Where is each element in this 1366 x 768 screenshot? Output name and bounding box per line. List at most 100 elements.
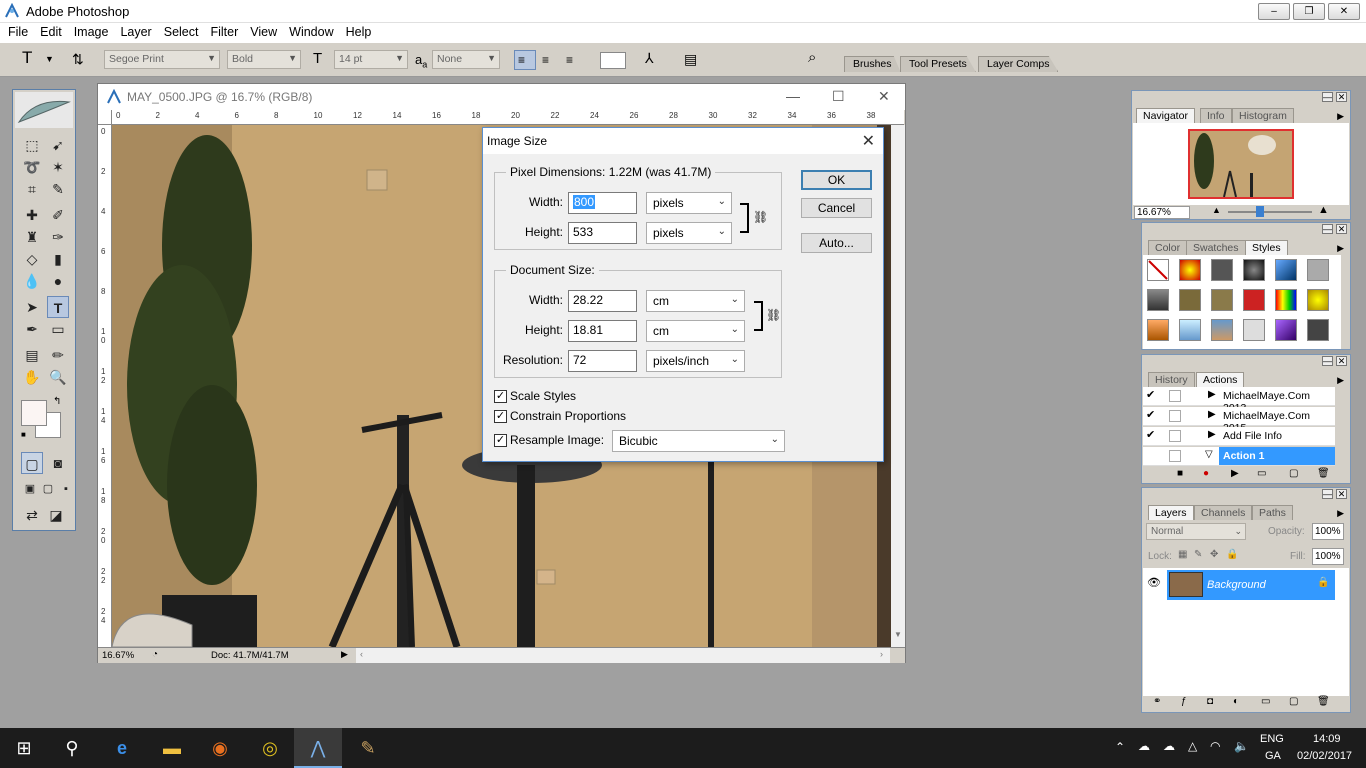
blur-tool-icon[interactable]: 💧 xyxy=(21,270,43,292)
doc-close-button[interactable]: ✕ xyxy=(878,88,890,105)
language-top[interactable]: ENG xyxy=(1260,733,1284,745)
menu-select[interactable]: Select xyxy=(158,23,205,43)
menu-view[interactable]: View xyxy=(244,23,283,43)
scroll-right-icon[interactable]: › xyxy=(880,649,883,659)
text-color-swatch[interactable] xyxy=(600,52,626,69)
palette-close-icon[interactable]: ✕ xyxy=(1336,92,1347,102)
tab-info[interactable]: Info xyxy=(1200,108,1232,123)
move-tool-icon[interactable]: ➹ xyxy=(47,134,69,156)
style-swatch[interactable] xyxy=(1275,259,1297,281)
lock-transparency-icon[interactable]: ▦ xyxy=(1178,549,1187,560)
zoom-level[interactable]: 16.67% xyxy=(102,650,134,661)
tab-history[interactable]: History xyxy=(1148,372,1195,387)
windows-start-icon[interactable]: ⊞ xyxy=(0,728,48,768)
history-brush-icon[interactable]: ✑ xyxy=(47,226,69,248)
style-swatch[interactable] xyxy=(1275,289,1297,311)
lock-image-icon[interactable]: ✎ xyxy=(1194,549,1202,560)
doc-minimize-button[interactable]: — xyxy=(786,88,800,104)
edge-browser-icon[interactable]: e xyxy=(98,728,146,768)
google-drive-icon[interactable]: △ xyxy=(1188,739,1197,753)
chevron-down-icon[interactable]: ▼ xyxy=(45,54,54,64)
expand-arrow-icon[interactable]: ▶ xyxy=(1208,389,1216,400)
tab-navigator[interactable]: Navigator xyxy=(1136,108,1195,123)
pen-tool-icon[interactable]: ✒ xyxy=(21,318,43,340)
pixel-width-unit-select[interactable]: pixels ⌄ xyxy=(646,192,732,214)
style-swatch[interactable] xyxy=(1179,289,1201,311)
pixel-height-unit-select[interactable]: pixels ⌄ xyxy=(646,222,732,244)
menu-layer[interactable]: Layer xyxy=(114,23,157,43)
menu-help[interactable]: Help xyxy=(340,23,378,43)
pixel-height-input[interactable]: 533 xyxy=(568,222,637,244)
zoom-tool-icon[interactable]: 🔍 xyxy=(47,366,69,388)
tab-styles[interactable]: Styles xyxy=(1245,240,1288,255)
record-icon[interactable]: ● xyxy=(1203,468,1209,479)
type-tool-icon[interactable]: T xyxy=(47,296,69,318)
action-toggle-checkbox[interactable]: ✔ xyxy=(1146,430,1158,442)
style-swatch[interactable] xyxy=(1243,289,1265,311)
palette-close-icon[interactable]: ✕ xyxy=(1336,224,1347,234)
font-style-select[interactable]: Bold ▼ xyxy=(227,50,301,69)
style-swatch[interactable] xyxy=(1243,319,1265,341)
brush-tool-icon[interactable]: ✐ xyxy=(47,204,69,226)
resolution-unit-select[interactable]: pixels/inch ⌄ xyxy=(646,350,745,372)
volume-icon[interactable]: 🔈 xyxy=(1234,739,1249,753)
doc-maximize-button[interactable]: ☐ xyxy=(832,88,845,105)
table-row[interactable]: Background 🔒 xyxy=(1167,570,1335,600)
tab-channels[interactable]: Channels xyxy=(1194,505,1253,520)
style-swatch[interactable] xyxy=(1307,289,1329,311)
tab-histogram[interactable]: Histogram xyxy=(1232,108,1294,123)
photoshop-taskbar-icon[interactable]: ⋀ xyxy=(294,728,342,768)
list-item[interactable]: ✔ ▶MichaelMaye.Com 2013 xyxy=(1143,387,1335,414)
style-swatch[interactable] xyxy=(1243,259,1265,281)
standard-mode-icon[interactable]: ▢ xyxy=(21,452,43,474)
doc-width-unit-select[interactable]: cm ⌄ xyxy=(646,290,745,312)
list-item[interactable]: ✔ ▶MichaelMaye.Com 2015 xyxy=(1143,407,1335,434)
align-center-icon[interactable]: ≡ xyxy=(542,53,549,67)
zoom-out-icon[interactable]: ▲ xyxy=(1212,205,1221,215)
eye-icon[interactable]: 👁 xyxy=(1147,576,1161,589)
new-set-icon[interactable]: ▭ xyxy=(1257,468,1266,479)
swap-colors-icon[interactable]: ↰ xyxy=(53,396,61,407)
magic-wand-icon[interactable]: ✶ xyxy=(47,156,69,178)
style-swatch[interactable] xyxy=(1275,319,1297,341)
gradient-tool-icon[interactable]: ▮ xyxy=(47,248,69,270)
play-icon[interactable]: ▶ xyxy=(1231,468,1239,479)
action-toggle-checkbox[interactable] xyxy=(1146,450,1158,462)
doc-height-unit-select[interactable]: cm ⌄ xyxy=(646,320,745,342)
blend-mode-select[interactable]: Normal ⌄ xyxy=(1146,523,1246,540)
fill-input[interactable]: 100% xyxy=(1312,548,1344,565)
action-toggle-checkbox[interactable]: ✔ xyxy=(1146,390,1158,402)
dialog-toggle-box[interactable] xyxy=(1169,430,1181,442)
style-swatch[interactable] xyxy=(1147,289,1169,311)
eyedropper-icon[interactable]: ✏ xyxy=(47,344,69,366)
text-orientation-icon[interactable]: ⇅ xyxy=(72,51,84,68)
action-toggle-checkbox[interactable]: ✔ xyxy=(1146,410,1158,422)
screen-mode-full-icon[interactable]: ▪ xyxy=(55,478,77,500)
tab-actions[interactable]: Actions xyxy=(1196,372,1245,387)
file-browser-icon[interactable]: ⌕ xyxy=(808,49,816,66)
tab-swatches[interactable]: Swatches xyxy=(1186,240,1246,255)
cancel-button[interactable]: Cancel xyxy=(801,198,872,218)
close-button[interactable]: ✕ xyxy=(1328,3,1360,20)
navigator-zoom-input[interactable]: 16.67% xyxy=(1134,206,1190,219)
doc-width-input[interactable]: 28.22 xyxy=(568,290,637,312)
resample-image-checkbox[interactable]: ✓ xyxy=(494,434,507,447)
clock-date[interactable]: 02/02/2017 xyxy=(1297,750,1352,762)
trash-icon[interactable]: 🗑 xyxy=(1317,468,1330,479)
list-item[interactable]: ✔ ▶ Add File Info xyxy=(1143,427,1335,446)
menu-image[interactable]: Image xyxy=(68,23,115,43)
style-swatch[interactable] xyxy=(1307,319,1329,341)
style-swatch[interactable] xyxy=(1147,319,1169,341)
firefox-icon[interactable]: ◉ xyxy=(196,728,244,768)
tab-tool-presets[interactable]: Tool Presets xyxy=(900,56,976,72)
clock-time[interactable]: 14:09 xyxy=(1313,733,1341,745)
minimize-button[interactable]: – xyxy=(1258,3,1290,20)
dialog-toggle-box[interactable] xyxy=(1169,410,1181,422)
tab-color[interactable]: Color xyxy=(1148,240,1188,255)
expand-arrow-icon[interactable]: ▶ xyxy=(1208,409,1216,420)
paint-taskbar-icon[interactable]: ✎ xyxy=(344,728,392,768)
crop-tool-icon[interactable]: ⌗ xyxy=(21,178,43,200)
selected-action-label[interactable]: Action 1 xyxy=(1219,447,1335,465)
new-group-icon[interactable]: ▭ xyxy=(1261,696,1270,707)
file-explorer-icon[interactable]: ▬ xyxy=(148,728,196,768)
